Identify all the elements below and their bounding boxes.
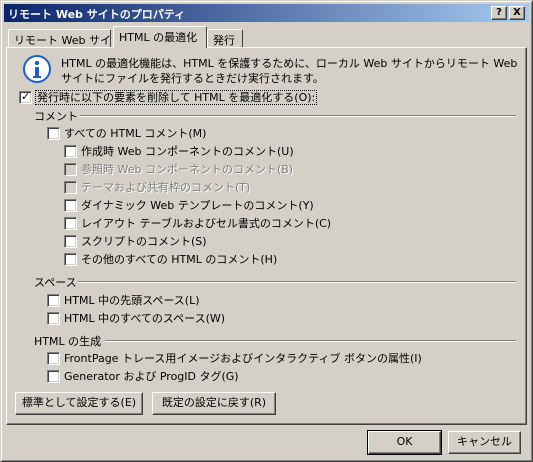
help-icon: ? bbox=[496, 7, 502, 18]
close-icon: X bbox=[513, 7, 521, 18]
help-button[interactable]: ? bbox=[491, 6, 507, 20]
close-button[interactable]: X bbox=[509, 6, 525, 20]
dialog-window: リモート Web サイトのプロパティ ? X リモート Web サイト HTML… bbox=[0, 0, 533, 462]
cancel-button[interactable]: キャンセル bbox=[448, 431, 521, 454]
title-bar[interactable]: リモート Web サイトのプロパティ ? X bbox=[4, 4, 529, 22]
tab-panel bbox=[6, 47, 527, 425]
tab-remote-website[interactable]: リモート Web サイト bbox=[8, 29, 122, 48]
window-title: リモート Web サイトのプロパティ bbox=[8, 8, 186, 21]
ok-button[interactable]: OK bbox=[367, 430, 442, 455]
tab-publish[interactable]: 発行 bbox=[207, 29, 243, 48]
tab-html-optimization[interactable]: HTML の最適化 bbox=[113, 26, 207, 48]
